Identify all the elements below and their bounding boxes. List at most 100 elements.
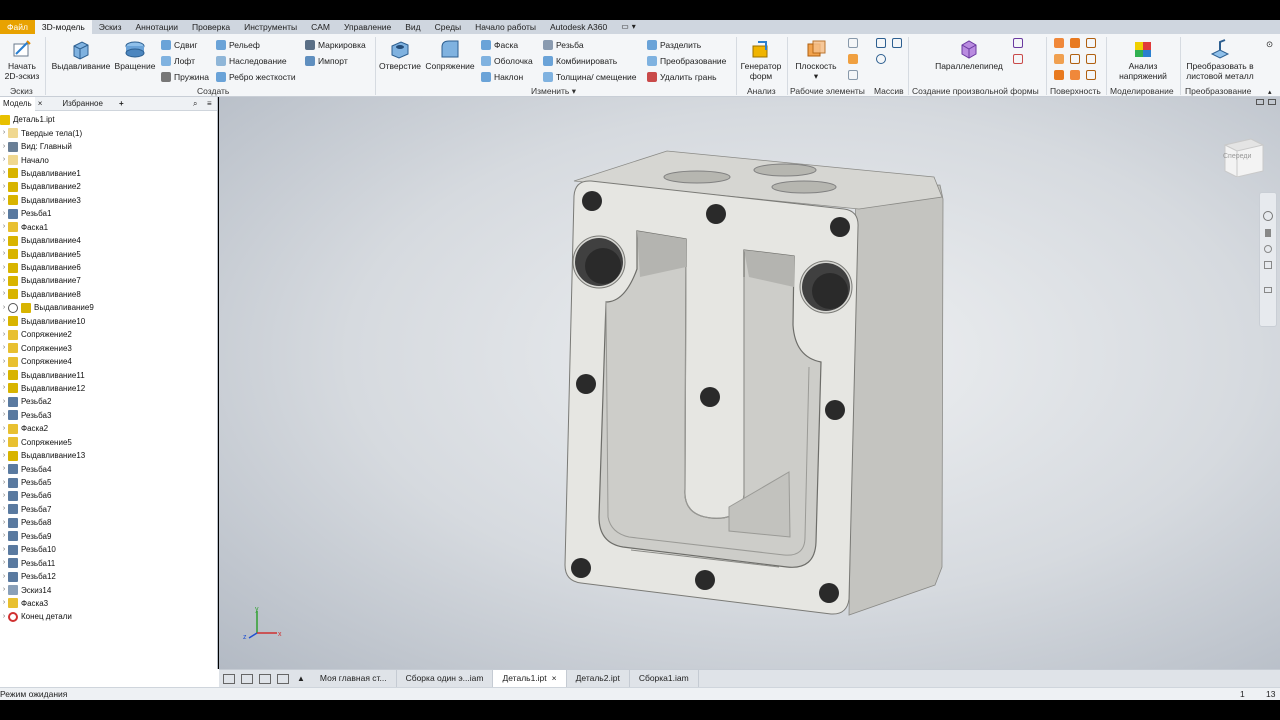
- search-icon[interactable]: ⌕: [190, 99, 200, 109]
- box-freeform-button[interactable]: Параллелепипед: [925, 38, 1013, 71]
- tab-3d-model[interactable]: 3D-модель: [34, 20, 92, 34]
- expand-arrow-icon[interactable]: ›: [0, 411, 8, 419]
- loft-button[interactable]: Лофт: [161, 55, 195, 67]
- tab-tools[interactable]: Инструменты: [237, 20, 304, 34]
- tree-node[interactable]: › Выдавливание13: [0, 449, 217, 462]
- circular-pattern-icon[interactable]: [876, 54, 886, 64]
- ribbon-options[interactable]: ▭ ▾: [614, 20, 643, 34]
- shape-generator-button[interactable]: Генератор форм: [738, 38, 784, 81]
- expand-arrow-icon[interactable]: ›: [0, 438, 8, 446]
- tab-inspect[interactable]: Проверка: [185, 20, 237, 34]
- arrange-horizontal-icon[interactable]: [259, 673, 271, 684]
- expand-arrow-icon[interactable]: ›: [0, 196, 8, 204]
- cascade-icon[interactable]: [241, 673, 253, 684]
- freeform-edit-icon[interactable]: [1013, 38, 1023, 48]
- delete-face-button[interactable]: Удалить грань: [647, 71, 717, 83]
- expand-arrow-icon[interactable]: ›: [0, 143, 8, 151]
- expand-arrow-icon[interactable]: ›: [0, 532, 8, 540]
- tree-node[interactable]: › Выдавливание3: [0, 194, 217, 207]
- steering-wheel-icon[interactable]: [1263, 211, 1273, 221]
- tree-node[interactable]: › Выдавливание9: [0, 301, 217, 314]
- expand-arrow-icon[interactable]: ›: [0, 344, 8, 352]
- expand-arrow-icon[interactable]: ›: [0, 210, 8, 218]
- surface-replace-icon[interactable]: [1070, 54, 1080, 64]
- expand-arrow-icon[interactable]: ›: [0, 519, 8, 527]
- tree-node[interactable]: › Выдавливание5: [0, 247, 217, 260]
- expand-arrow-icon[interactable]: ›: [0, 358, 8, 366]
- tree-node[interactable]: › Начало: [0, 153, 217, 166]
- tree-node[interactable]: › Твердые тела(1): [0, 126, 217, 139]
- expand-arrow-icon[interactable]: ›: [0, 425, 8, 433]
- surface-patch-icon[interactable]: [1070, 38, 1080, 48]
- tab-view[interactable]: Вид: [398, 20, 427, 34]
- mirror-icon[interactable]: [892, 38, 902, 48]
- expand-arrow-icon[interactable]: ›: [0, 465, 8, 473]
- doc-tab[interactable]: Деталь2.ipt: [567, 670, 630, 687]
- tree-node[interactable]: › Резьба9: [0, 530, 217, 543]
- tab-environments[interactable]: Среды: [428, 20, 468, 34]
- expand-arrow-icon[interactable]: ›: [0, 599, 8, 607]
- tree-node[interactable]: › Сопряжение3: [0, 341, 217, 354]
- surface-boundary-icon[interactable]: [1070, 70, 1080, 80]
- tab-file[interactable]: Файл: [0, 20, 35, 34]
- decal-button[interactable]: Маркировка: [305, 39, 366, 51]
- plane-button[interactable]: Плоскость ▾: [790, 38, 842, 81]
- shell-button[interactable]: Оболочка: [481, 55, 533, 67]
- tree-node[interactable]: › Эскиз14: [0, 583, 217, 596]
- rib-button[interactable]: Ребро жесткости: [216, 71, 296, 83]
- tree-node[interactable]: › Выдавливание4: [0, 234, 217, 247]
- tree-node[interactable]: › Резьба5: [0, 476, 217, 489]
- fillet-button[interactable]: Сопряжение: [423, 38, 477, 71]
- revolve-button[interactable]: Вращение: [112, 38, 158, 71]
- doc-tab[interactable]: Сборка1.iam: [630, 670, 699, 687]
- tab-favorites[interactable]: Избранное: [59, 99, 106, 108]
- surface-thicken-icon[interactable]: [1086, 70, 1096, 80]
- import-button[interactable]: Импорт: [305, 55, 348, 67]
- expand-arrow-icon[interactable]: ›: [0, 613, 8, 621]
- tree-node[interactable]: › Резьба2: [0, 395, 217, 408]
- expand-arrow-icon[interactable]: ›: [0, 223, 8, 231]
- combine-button[interactable]: Комбинировать: [543, 55, 617, 67]
- tree-node[interactable]: › Выдавливание8: [0, 288, 217, 301]
- freeform-convert-icon[interactable]: [1013, 54, 1023, 64]
- restore-icon[interactable]: [1268, 99, 1276, 105]
- convert-to-sheet-metal-button[interactable]: Преобразовать в листовой металл: [1182, 38, 1258, 81]
- expand-arrow-icon[interactable]: ›: [0, 183, 8, 191]
- axis-icon[interactable]: [848, 38, 858, 48]
- stress-analysis-button[interactable]: Анализ напряжений: [1110, 38, 1176, 81]
- zoom-icon[interactable]: [1264, 245, 1272, 253]
- draft-button[interactable]: Наклон: [481, 71, 523, 83]
- graphics-viewport[interactable]: x y z Спереди: [219, 97, 1280, 669]
- expand-arrow-icon[interactable]: ›: [0, 586, 8, 594]
- hole-button[interactable]: Отверстие: [378, 38, 422, 71]
- doc-tab[interactable]: Деталь1.ipt ×: [493, 670, 567, 687]
- tree-node[interactable]: › Резьба12: [0, 570, 217, 583]
- part-model[interactable]: [219, 97, 1280, 669]
- tab-sketch[interactable]: Эскиз: [92, 20, 129, 34]
- tree-node[interactable]: › Конец детали: [0, 610, 217, 623]
- expand-arrow-icon[interactable]: ›: [0, 290, 8, 298]
- sweep-button[interactable]: Сдвиг: [161, 39, 197, 51]
- tree-node[interactable]: › Сопряжение2: [0, 328, 217, 341]
- tree-node[interactable]: › Фаска3: [0, 597, 217, 610]
- orbit-icon[interactable]: [1264, 261, 1272, 269]
- visibility-icon[interactable]: [8, 302, 18, 313]
- tree-node[interactable]: › Резьба8: [0, 516, 217, 529]
- ribbon-options-icon[interactable]: ⊙: [1266, 38, 1273, 50]
- expand-arrow-icon[interactable]: ›: [0, 169, 8, 177]
- tab-model[interactable]: Модель: [0, 96, 35, 111]
- emboss-button[interactable]: Рельеф: [216, 39, 260, 51]
- expand-arrow-icon[interactable]: ›: [0, 573, 8, 581]
- chamfer-button[interactable]: Фаска: [481, 39, 518, 51]
- expand-arrow-icon[interactable]: ›: [0, 277, 8, 285]
- extrude-button[interactable]: Выдавливание: [50, 38, 112, 71]
- thicken-button[interactable]: Толщина/ смещение: [543, 71, 637, 83]
- expand-arrow-icon[interactable]: ›: [0, 546, 8, 554]
- surface-sculpt-icon[interactable]: [1086, 54, 1096, 64]
- expand-arrow-icon[interactable]: ›: [0, 264, 8, 272]
- surface-trim-icon[interactable]: [1086, 38, 1096, 48]
- expand-arrow-icon[interactable]: ›: [0, 492, 8, 500]
- tree-node[interactable]: › Сопряжение5: [0, 436, 217, 449]
- derive-button[interactable]: Наследование: [216, 55, 287, 67]
- surface-ruled-icon[interactable]: [1054, 70, 1064, 80]
